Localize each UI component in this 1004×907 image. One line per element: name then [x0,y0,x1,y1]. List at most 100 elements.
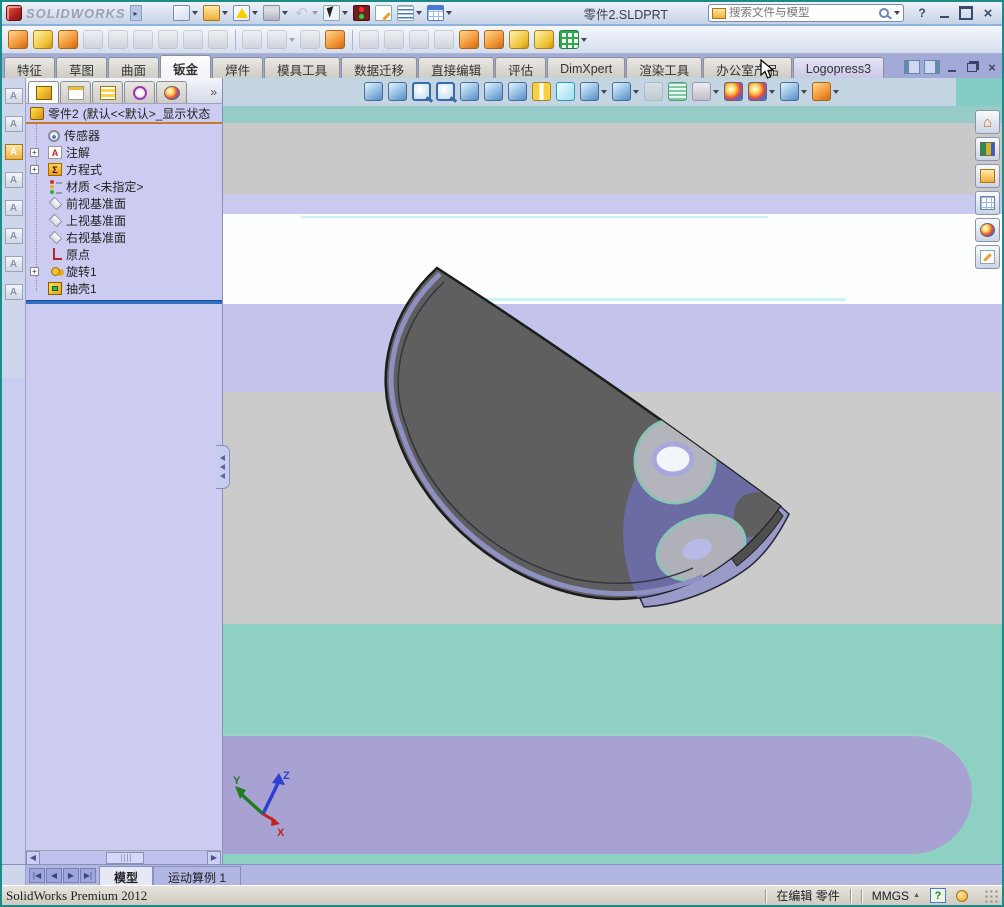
break-corner-icon[interactable] [299,28,321,52]
feature-tree-item[interactable]: + 上视基准面 [26,212,222,229]
scroll-first-icon[interactable]: |◀ [29,868,45,883]
dropdown-caret-icon[interactable] [289,37,295,42]
design-table-icon[interactable] [426,3,453,23]
design-checker-icon[interactable] [4,170,24,190]
toolbar-separator[interactable] [232,29,238,51]
search-box[interactable] [708,4,904,22]
scene-icon[interactable] [779,81,808,102]
pane-horizontal-icon[interactable] [387,81,408,102]
quick-tips-help-button[interactable]: ? [930,888,946,903]
minimize-icon[interactable] [944,60,960,74]
file-properties-icon[interactable] [374,3,393,23]
search-icon[interactable] [879,8,889,18]
menu-expand-arrow-icon[interactable]: ▸ [129,5,142,21]
close-icon[interactable]: × [978,5,998,22]
scroll-right-icon[interactable]: ▶ [207,850,221,865]
options-list-icon[interactable] [396,3,423,23]
feature-tree-item[interactable]: + 右视基准面 [26,229,222,246]
command-tab[interactable]: 办公室产品 [703,57,792,78]
dropdown-caret-icon[interactable] [633,89,639,94]
feature-tree-item[interactable]: + 材质 <未指定> [26,178,222,195]
hem-icon[interactable] [132,28,154,52]
dropdown-caret-icon[interactable] [769,89,775,94]
command-tab[interactable]: 评估 [495,57,547,78]
scroll-next-icon[interactable]: ▶ [63,868,79,883]
unfold-icon[interactable] [458,28,480,52]
note-tool-icon[interactable] [4,86,24,106]
tree-horizontal-scrollbar[interactable]: ◀ ▶ [26,850,221,865]
view-settings-icon[interactable] [691,81,720,102]
dropdown-caret-icon[interactable] [312,11,318,15]
rebuild-traffic-light-icon[interactable] [352,3,371,23]
feature-tree-item[interactable]: + 抽壳1 [26,280,222,297]
dropdown-caret-icon[interactable] [252,11,258,15]
feature-tree-item[interactable]: + 旋转1 [26,263,222,280]
zoom-fit-icon[interactable] [411,81,432,102]
open-annotations-folder-icon[interactable] [4,142,24,162]
simple-hole-icon[interactable] [383,28,405,52]
shelled-hemisphere-model[interactable] [223,78,1002,864]
appearances-icon[interactable] [975,218,1000,242]
command-tab[interactable]: 焊件 [212,57,264,78]
flatten-icon[interactable] [508,28,530,52]
search-input[interactable] [729,7,876,19]
file-explorer-icon[interactable] [975,164,1000,188]
scrollbar-thumb[interactable] [106,852,144,864]
rollback-bar[interactable] [26,300,222,304]
view-return-icon[interactable] [507,81,528,102]
home-resources-icon[interactable] [975,110,1000,134]
instant3d-icon[interactable] [811,81,840,102]
feature-tree-item[interactable]: + 注解 [26,144,222,161]
cross-break-icon[interactable] [207,28,229,52]
dropdown-caret-icon[interactable] [801,89,807,94]
dropdown-caret-icon[interactable] [342,11,348,15]
jog-icon[interactable] [157,28,179,52]
tab-overflow-chevron-icon[interactable]: » [207,85,220,103]
annotation-view-icon[interactable] [4,198,24,218]
fold-icon[interactable] [483,28,505,52]
display-mode-icon[interactable] [611,81,640,102]
view-palette-icon[interactable] [975,191,1000,215]
corner-relief-icon[interactable] [266,28,296,52]
command-tab[interactable]: 钣金 [160,55,212,78]
design-library-icon[interactable] [975,137,1000,161]
toolbar-separator[interactable] [349,29,355,51]
dropdown-caret-icon[interactable] [581,37,587,42]
zoom-area-icon[interactable] [435,81,456,102]
scroll-left-icon[interactable]: ◀ [26,850,40,865]
pane-vertical-icon[interactable] [363,81,384,102]
dropdown-caret-icon[interactable] [713,89,719,94]
feature-tree-item[interactable]: + 原点 [26,246,222,263]
lock-note-icon[interactable] [4,226,24,246]
feature-tree-item[interactable]: + 前视基准面 [26,195,222,212]
forming-tool-icon[interactable] [324,28,346,52]
restore-icon[interactable] [964,60,980,74]
command-tab[interactable]: DimXpert [547,57,626,78]
base-flange-icon[interactable] [7,28,29,52]
search-options-caret-icon[interactable] [894,11,900,15]
spellcheck-tool-icon[interactable] [4,114,24,134]
edge-flange-icon[interactable] [82,28,104,52]
closed-corner-icon[interactable] [241,28,263,52]
view-orientation-icon[interactable] [555,81,576,102]
command-tab[interactable]: 渲染工具 [626,57,703,78]
resize-grip[interactable] [984,888,998,903]
miter-flange-icon[interactable] [107,28,129,52]
status-tray-icon[interactable] [956,889,968,902]
section-view-icon[interactable] [531,81,552,102]
print-icon[interactable] [262,3,289,23]
extruded-cut-icon[interactable] [358,28,380,52]
lofted-bend-icon[interactable] [57,28,79,52]
document-tab[interactable]: 运动算例 1 [153,866,242,885]
rip-icon[interactable] [558,28,588,52]
undo-icon[interactable] [292,3,319,23]
scroll-prev-icon[interactable]: ◀ [46,868,62,883]
dropdown-caret-icon[interactable] [446,11,452,15]
custom-properties-icon[interactable] [975,245,1000,269]
hyperlink-tool-icon[interactable] [4,282,24,302]
help-icon[interactable]: ? [912,5,932,22]
hide-show-items-icon[interactable] [643,81,664,102]
new-document-icon[interactable] [172,3,199,23]
dropdown-caret-icon[interactable] [601,89,607,94]
previous-view-icon[interactable] [459,81,480,102]
